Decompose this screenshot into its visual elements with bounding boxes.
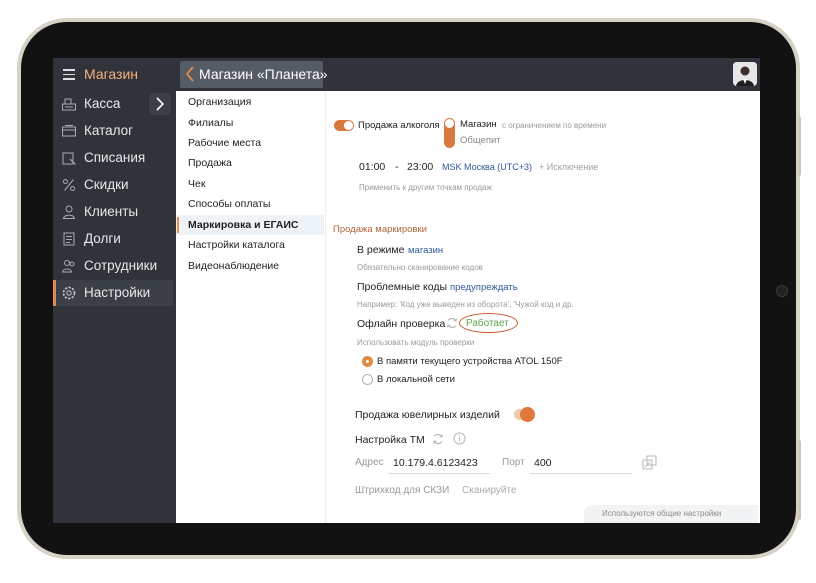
submenu-item-workplaces[interactable]: Рабочие места — [176, 133, 324, 153]
write-off-icon — [62, 152, 76, 165]
time-separator: - — [395, 161, 399, 173]
sidebar-item-label: Скидки — [84, 177, 129, 192]
submenu-item-branches[interactable]: Филиалы — [176, 113, 324, 133]
timezone-select[interactable]: MSK Москва (UTC+3) — [442, 162, 532, 172]
submenu-item-marking-egais[interactable]: Маркировка и ЕГАИС — [176, 215, 324, 235]
marking-mode-note: Обязательно сканирование кодов — [357, 263, 483, 272]
option-device-memory-label: В памяти текущего устройства ATOL 150F — [377, 356, 563, 367]
settings-content: Продажа алкоголя Магазин с ограничением … — [326, 91, 760, 523]
cash-register-icon — [62, 98, 76, 111]
time-from[interactable]: 01:00 — [359, 161, 385, 173]
connect-icon[interactable] — [642, 455, 657, 470]
user-avatar[interactable] — [733, 62, 757, 86]
jewelry-sale-label: Продажа ювелирных изделий — [355, 409, 500, 421]
sidebar-item-clients[interactable]: Клиенты — [53, 199, 173, 225]
submenu-item-video-surveillance[interactable]: Видеонаблюдение — [176, 256, 324, 276]
module-note: Использовать модуль проверки — [357, 338, 475, 347]
alcohol-sale-label: Продажа алкоголя — [358, 120, 440, 131]
apply-to-other-points-link[interactable]: Применить к другим точкам продаж — [359, 183, 492, 192]
marking-mode-select[interactable]: магазин — [408, 245, 443, 256]
submenu-item-payment-methods[interactable]: Способы оплаты — [176, 194, 324, 214]
app-title: Магазин — [84, 66, 139, 82]
sidebar-item-label: Долги — [84, 231, 121, 246]
problem-codes-label: Проблемные коды — [357, 281, 448, 293]
sidebar-item-label: Клиенты — [84, 204, 139, 219]
sidebar-item-employees[interactable]: Сотрудники — [53, 253, 173, 279]
page-title: Магазин «Планета» — [199, 66, 328, 82]
address-label: Адрес — [355, 457, 384, 468]
user-photo-icon — [733, 62, 757, 86]
sidebar-item-label: Списания — [84, 150, 146, 165]
port-label: Порт — [502, 457, 525, 468]
settings-submenu: Организация Филиалы Рабочие места Продаж… — [176, 91, 326, 523]
screen: Магазин Магазин «Планета» Касса Каталог — [53, 58, 760, 523]
tablet-side-button — [798, 116, 801, 176]
add-exception-button[interactable]: + Исключение — [539, 162, 598, 172]
submenu-item-organization[interactable]: Организация — [176, 92, 324, 112]
clients-icon — [62, 205, 76, 219]
sidebar-item-label: Касса — [84, 96, 121, 111]
radio-device-memory[interactable] — [362, 356, 373, 367]
tm-refresh-icon[interactable] — [432, 433, 444, 445]
employees-icon — [61, 260, 75, 273]
sidebar-item-debts[interactable]: Долги — [53, 226, 173, 252]
marking-section-title: Продажа маркировки — [333, 224, 427, 235]
percent-icon — [63, 179, 75, 191]
main-sidebar: Касса Каталог Списания Скидки Клиенты До… — [53, 91, 176, 523]
sidebar-item-label: Сотрудники — [84, 258, 158, 273]
address-input-underline — [388, 473, 490, 474]
barcode-skzi-input[interactable]: Сканируйте — [462, 485, 517, 496]
top-bar: Магазин Магазин «Планета» — [53, 58, 760, 91]
tm-settings-label: Настройка ТМ — [355, 434, 425, 446]
problem-codes-note: Например: 'Код уже выведен из оборота', … — [357, 300, 574, 309]
barcode-skzi-label: Штрихкод для СКЗИ — [355, 485, 450, 496]
port-input[interactable]: 400 — [534, 457, 552, 469]
tablet-side-button-lower — [798, 440, 801, 520]
mode-catering-label[interactable]: Общепит — [460, 135, 501, 146]
submenu-item-receipt[interactable]: Чек — [176, 174, 324, 194]
catalog-icon — [62, 125, 76, 137]
tablet-camera — [776, 285, 788, 297]
sidebar-item-kassa[interactable]: Касса — [53, 91, 173, 117]
back-chevron-icon[interactable] — [185, 66, 195, 82]
hamburger-menu-icon[interactable] — [63, 69, 75, 80]
address-input[interactable]: 10.179.4.6123423 — [393, 457, 478, 469]
alcohol-mode-switch[interactable] — [444, 118, 455, 148]
option-local-network-label: В локальной сети — [377, 374, 455, 385]
time-to[interactable]: 23:00 — [407, 161, 433, 173]
mode-shop-label[interactable]: Магазин — [460, 119, 497, 130]
gear-icon — [62, 286, 76, 300]
sidebar-item-write-offs[interactable]: Списания — [53, 145, 173, 171]
sidebar-item-catalog[interactable]: Каталог — [53, 118, 173, 144]
submenu-item-sale[interactable]: Продажа — [176, 153, 324, 173]
refresh-icon[interactable] — [446, 317, 458, 329]
debts-icon — [63, 232, 75, 246]
kassa-expand-button[interactable] — [149, 93, 171, 115]
chevron-right-icon — [156, 97, 165, 111]
jewelry-sale-toggle[interactable] — [514, 407, 535, 422]
port-input-underline — [530, 473, 632, 474]
page-title-tab: Магазин «Планета» — [180, 61, 328, 88]
sidebar-item-label: Каталог — [84, 123, 134, 138]
info-icon[interactable] — [453, 432, 466, 445]
submenu-item-catalog-settings[interactable]: Настройки каталога — [176, 235, 324, 255]
sidebar-item-settings[interactable]: Настройки — [53, 280, 173, 306]
offline-check-label: Офлайн проверка — [357, 318, 446, 330]
sidebar-item-discounts[interactable]: Скидки — [53, 172, 173, 198]
shared-settings-note: Используются общие настройки — [584, 505, 758, 523]
offline-status-badge: Работает — [466, 318, 509, 329]
marking-mode-label: В режиме — [357, 244, 405, 256]
problem-codes-select[interactable]: предупреждать — [450, 282, 518, 293]
sidebar-item-label: Настройки — [84, 285, 151, 300]
alcohol-sale-toggle[interactable] — [334, 120, 354, 131]
radio-local-network[interactable] — [362, 374, 373, 385]
mode-shop-note: с ограничением по времени — [502, 121, 607, 130]
